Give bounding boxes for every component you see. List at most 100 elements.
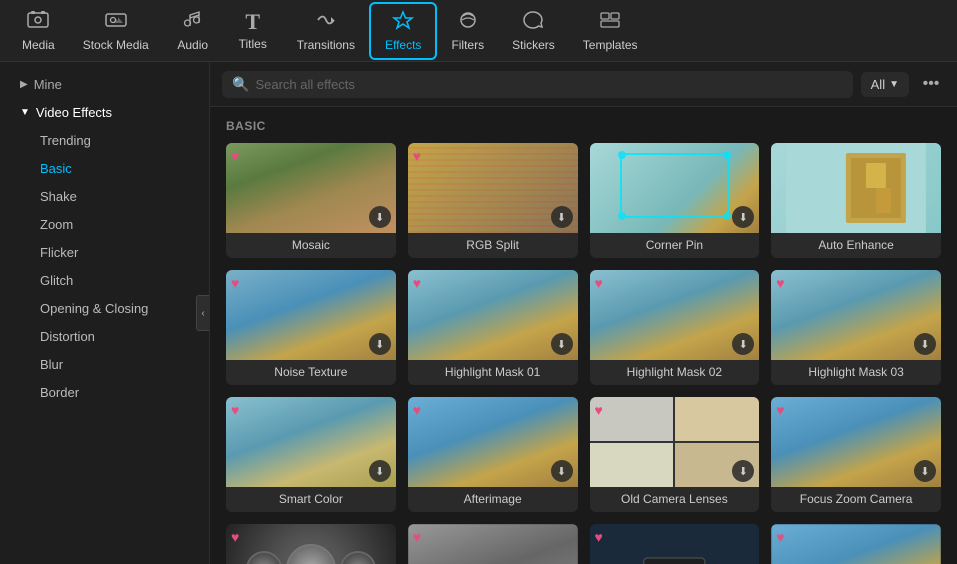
chevron-left-icon: ‹ [201,308,204,319]
effect-name: Highlight Mask 01 [408,360,578,385]
templates-icon [599,10,621,34]
favorite-icon: ♥ [231,275,239,291]
sidebar-item-flicker[interactable]: Flicker [4,239,205,266]
effect-card-noise-texture[interactable]: ♥ ⬇ Noise Texture [226,270,396,385]
effect-card-surface-blur[interactable]: ♥ ⬇ Surface Blur [408,524,578,564]
toolbar-stickers[interactable]: Stickers [498,4,569,58]
sidebar-item-zoom[interactable]: Zoom [4,211,205,238]
main-area: ▶ Mine ▼ Video Effects Trending Basic Sh… [0,62,957,564]
favorite-icon: ♥ [776,402,784,418]
sidebar-item-glitch[interactable]: Glitch [4,267,205,294]
toolbar-effects[interactable]: Effects [369,2,437,60]
search-input-wrap[interactable]: 🔍 [222,71,853,98]
effect-card-old-camera[interactable]: ♥ ⬇ Old Camera Lenses [590,397,760,512]
sidebar-item-border-label: Border [40,385,79,400]
toolbar-transitions-label: Transitions [297,38,355,52]
effect-card-rgb-split[interactable]: ♥ ⬇ RGB Split [408,143,578,258]
sidebar-item-opening-closing[interactable]: Opening & Closing [4,295,205,322]
effect-thumb-highlight03: ♥ ⬇ [771,270,941,360]
toolbar-filters[interactable]: Filters [437,4,498,58]
effect-thumb-cornerpin: ⬇ [590,143,760,233]
effect-thumb-focuszoom: ♥ ⬇ [771,397,941,487]
sidebar-item-shake-label: Shake [40,189,77,204]
search-input[interactable] [255,77,842,92]
effect-card-corner-pin[interactable]: ⬇ Corner Pin [590,143,760,258]
effect-card-auto-enhance[interactable]: Auto Enhance [771,143,941,258]
toolbar-filters-label: Filters [451,38,484,52]
sidebar-item-border[interactable]: Border [4,379,205,406]
sidebar-item-glitch-label: Glitch [40,273,73,288]
toolbar-templates[interactable]: Templates [569,4,652,58]
effect-card-highlight-03[interactable]: ♥ ⬇ Highlight Mask 03 [771,270,941,385]
effect-thumb-rgb: ♥ ⬇ [408,143,578,233]
toolbar-media-label: Media [22,38,55,52]
toolbar-stockmedia[interactable]: Stock Media [69,4,163,58]
effect-card-low-fps-blur[interactable]: ♥ ⬇ Low FPS Blur [771,524,941,564]
download-button[interactable]: ⬇ [732,333,754,355]
effect-card-highlight-02[interactable]: ♥ ⬇ Highlight Mask 02 [590,270,760,385]
favorite-icon: ♥ [231,402,239,418]
sidebar-mine-label: Mine [34,77,62,92]
effect-card-afterimage[interactable]: ♥ ⬇ Afterimage [408,397,578,512]
stockmedia-icon [105,10,127,34]
favorite-icon: ♥ [413,529,421,545]
effect-thumb-circular: ♥ ⬇ [226,524,396,564]
toolbar-effects-label: Effects [385,38,421,52]
effect-card-circular[interactable]: ♥ ⬇ Circular Multi-screen [226,524,396,564]
effect-card-highlight-01[interactable]: ♥ ⬇ Highlight Mask 01 [408,270,578,385]
sidebar-item-basic[interactable]: Basic [4,155,205,182]
effect-card-focus-zoom[interactable]: ♥ ⬇ Focus Zoom Camera [771,397,941,512]
download-button[interactable]: ⬇ [914,333,936,355]
download-button[interactable]: ⬇ [732,206,754,228]
toolbar-transitions[interactable]: Transitions [283,4,369,58]
effect-card-mosaic[interactable]: ♥ ⬇ Mosaic [226,143,396,258]
sidebar-collapse-button[interactable]: ‹ [196,295,210,331]
effect-name: Highlight Mask 03 [771,360,941,385]
effect-thumb-mosaic: ♥ ⬇ [226,143,396,233]
sidebar-item-shake[interactable]: Shake [4,183,205,210]
sidebar-item-blur[interactable]: Blur [4,351,205,378]
sidebar-item-flicker-label: Flicker [40,245,78,260]
effects-grid-area: BASIC ♥ ⬇ Mosaic ♥ ⬇ [210,107,957,564]
more-options-button[interactable]: ••• [917,70,945,98]
search-icon: 🔍 [232,76,249,93]
favorite-icon: ♥ [595,529,603,545]
toolbar-media[interactable]: Media [8,4,69,58]
effect-card-low-fps[interactable]: FPS 12 ♥ ⬇ Low FPS [590,524,760,564]
search-filter-dropdown[interactable]: All ▼ [861,72,909,97]
effect-name: Corner Pin [590,233,760,258]
filter-chevron-icon: ▼ [889,79,899,90]
sidebar: ▶ Mine ▼ Video Effects Trending Basic Sh… [0,62,210,564]
toolbar-titles[interactable]: T Titles [223,5,283,57]
favorite-icon: ♥ [231,529,239,545]
effect-name: Auto Enhance [771,233,941,258]
effect-thumb-autoenhance [771,143,941,233]
effect-name: Old Camera Lenses [590,487,760,512]
effect-thumb-smartcolor: ♥ ⬇ [226,397,396,487]
sidebar-item-trending-label: Trending [40,133,91,148]
filter-label: All [871,77,885,92]
effect-card-smart-color[interactable]: ♥ ⬇ Smart Color [226,397,396,512]
download-button[interactable]: ⬇ [369,460,391,482]
sidebar-item-distortion[interactable]: Distortion [4,323,205,350]
download-button[interactable]: ⬇ [551,333,573,355]
download-button[interactable]: ⬇ [369,333,391,355]
sidebar-video-effects[interactable]: ▼ Video Effects [4,99,205,126]
effect-thumb-oldcamera: ♥ ⬇ [590,397,760,487]
favorite-icon: ♥ [776,529,784,545]
sidebar-mine[interactable]: ▶ Mine [4,71,205,98]
sidebar-item-zoom-label: Zoom [40,217,73,232]
download-button[interactable]: ⬇ [551,206,573,228]
fps-badge: FPS 12 [644,558,705,564]
effect-name: Noise Texture [226,360,396,385]
download-button[interactable]: ⬇ [914,460,936,482]
content-area: 🔍 All ▼ ••• BASIC ♥ ⬇ [210,62,957,564]
toolbar-audio[interactable]: Audio [163,4,223,58]
sidebar-item-trending[interactable]: Trending [4,127,205,154]
toolbar: Media Stock Media Audio T Titles Transit… [0,0,957,62]
download-button[interactable]: ⬇ [551,460,573,482]
chevron-right-icon: ▶ [20,79,28,90]
effect-thumb-surfaceblur: ♥ ⬇ [408,524,578,564]
download-button[interactable]: ⬇ [369,206,391,228]
favorite-icon: ♥ [776,275,784,291]
